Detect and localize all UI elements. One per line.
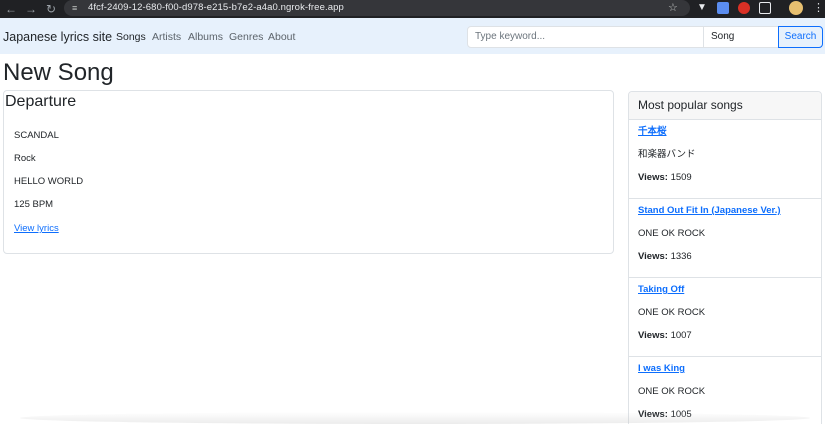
song-artist: SCANDAL	[14, 130, 59, 141]
views-count: 1336	[670, 251, 692, 262]
views-label: Views:	[638, 172, 668, 183]
popular-song-link[interactable]: Taking Off	[638, 284, 684, 296]
song-tempo: 125 BPM	[14, 199, 54, 210]
popular-song-views: Views: 1007	[638, 330, 692, 342]
extensions-puzzle-icon[interactable]	[759, 2, 771, 14]
back-icon[interactable]: ←	[4, 1, 18, 17]
bookmark-star-icon[interactable]: ☆	[668, 1, 678, 15]
list-item: Taking Off ONE OK ROCK Views: 1007	[629, 278, 821, 357]
popular-song-link[interactable]: I was King	[638, 363, 685, 375]
extension-v-icon[interactable]: ▼	[697, 2, 709, 14]
list-item: Stand Out Fit In (Japanese Ver.) ONE OK …	[629, 199, 821, 278]
scroll-shadow	[20, 412, 810, 424]
site-info-icon[interactable]: ≡	[72, 2, 82, 14]
search-input[interactable]: Type keyword...	[467, 26, 704, 48]
views-count: 1007	[670, 330, 692, 341]
popular-songs-card: Most popular songs 千本桜 和楽器バンド Views: 150…	[628, 91, 822, 424]
search-button[interactable]: Search	[778, 26, 823, 48]
view-lyrics-link[interactable]: View lyrics	[14, 223, 59, 235]
nav-link-albums[interactable]: Albums	[188, 31, 223, 43]
views-count: 1509	[670, 172, 692, 183]
popular-song-artist: ONE OK ROCK	[638, 386, 706, 397]
browser-toolbar: ← → ↻ ≡ 4fcf-2409-12-680-f00-d978-e215-b…	[0, 0, 825, 18]
popular-song-artist: ONE OK ROCK	[638, 307, 706, 318]
site-navbar: Japanese lyrics site Songs Artists Album…	[0, 18, 825, 54]
extension-translate-icon[interactable]	[717, 2, 729, 14]
browser-menu-icon[interactable]: ⋮	[813, 1, 824, 15]
popular-songs-title: Most popular songs	[638, 98, 743, 112]
nav-link-artists[interactable]: Artists	[152, 31, 181, 43]
song-genre: Rock	[14, 153, 36, 164]
popular-song-views: Views: 1336	[638, 251, 692, 263]
popular-song-link[interactable]: 千本桜	[638, 126, 667, 138]
views-label: Views:	[638, 251, 668, 262]
reload-icon[interactable]: ↻	[44, 1, 58, 17]
views-label: Views:	[638, 330, 668, 341]
search-type-select[interactable]: Song	[704, 26, 779, 48]
site-brand[interactable]: Japanese lyrics site	[3, 30, 112, 44]
popular-song-views: Views: 1509	[638, 172, 692, 184]
popular-song-artist: ONE OK ROCK	[638, 228, 706, 239]
forward-icon[interactable]: →	[24, 1, 38, 17]
list-item: 千本桜 和楽器バンド Views: 1509	[629, 120, 821, 199]
nav-link-about[interactable]: About	[268, 31, 295, 43]
nav-link-songs[interactable]: Songs	[116, 31, 146, 43]
new-song-card: Departure SCANDAL Rock HELLO WORLD 125 B…	[3, 90, 614, 254]
popular-song-artist: 和楽器バンド	[638, 149, 696, 160]
popular-songs-header: Most popular songs	[629, 92, 821, 120]
page-title: New Song	[3, 59, 114, 86]
song-album: HELLO WORLD	[14, 176, 84, 187]
nav-link-genres[interactable]: Genres	[229, 31, 263, 43]
popular-song-link[interactable]: Stand Out Fit In (Japanese Ver.)	[638, 205, 781, 217]
song-title: Departure	[5, 93, 77, 110]
address-bar-url: 4fcf-2409-12-680-f00-d978-e215-b7e2-a4a0…	[88, 2, 344, 13]
profile-avatar[interactable]	[789, 1, 803, 15]
extension-shield-icon[interactable]	[738, 2, 750, 14]
